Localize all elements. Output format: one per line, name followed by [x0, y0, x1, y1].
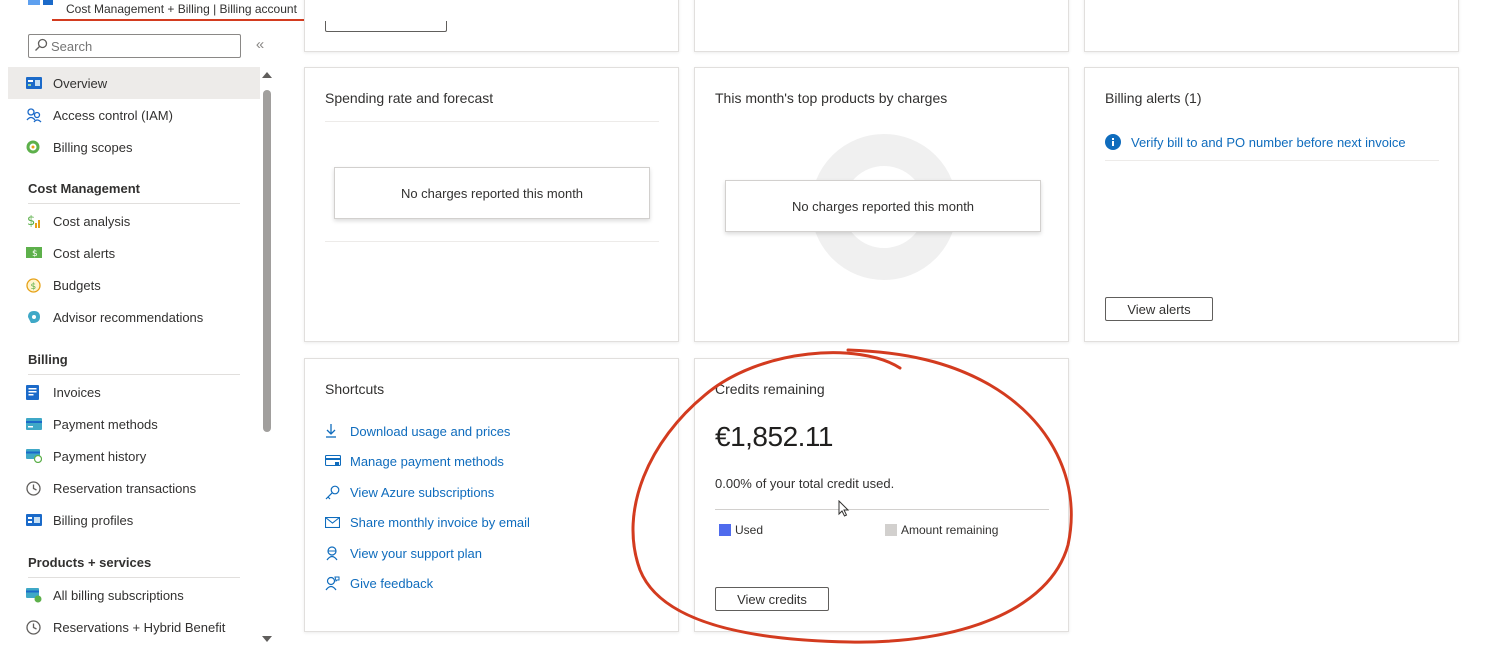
clock-icon	[26, 480, 46, 496]
support-icon	[325, 545, 343, 561]
sidebar-item-overview[interactable]: Overview	[8, 67, 260, 99]
sidebar-item-budgets[interactable]: $ Budgets	[8, 269, 260, 301]
sidebar-section-cost-management: Cost Management	[28, 181, 140, 196]
sidebar-divider	[28, 374, 240, 375]
shortcut-view-azure-subscriptions[interactable]: View Azure subscriptions	[325, 483, 494, 501]
credits-remaining-card: Credits remaining €1,852.11 0.00% of you…	[694, 358, 1069, 632]
legend-remaining-swatch	[885, 524, 897, 536]
shortcut-download-usage[interactable]: Download usage and prices	[325, 422, 510, 440]
search-icon	[35, 38, 48, 51]
billing-profile-icon	[26, 512, 46, 528]
spending-rate-card: Spending rate and forecast No charges re…	[304, 67, 679, 342]
subscriptions-icon	[26, 587, 46, 603]
sidebar-item-invoices[interactable]: Invoices	[8, 376, 260, 408]
sidebar-item-advisor-recommendations[interactable]: Advisor recommendations	[8, 301, 260, 333]
collapse-sidebar-button[interactable]: «	[252, 36, 268, 54]
sidebar-item-billing-profiles[interactable]: Billing profiles	[8, 504, 260, 536]
search-input[interactable]	[51, 37, 236, 55]
sidebar-item-cost-alerts[interactable]: $ Cost alerts	[8, 237, 260, 269]
credit-usage-bar	[715, 509, 1049, 510]
download-icon	[325, 423, 343, 439]
svg-text:$: $	[31, 282, 37, 292]
clock-icon	[26, 619, 46, 635]
shortcut-share-invoice-email[interactable]: Share monthly invoice by email	[325, 513, 530, 531]
scope-icon	[26, 139, 46, 155]
mail-icon	[325, 514, 343, 530]
shortcut-give-feedback[interactable]: Give feedback	[325, 574, 433, 592]
svg-text:$: $	[27, 214, 35, 229]
empty-state-message: No charges reported this month	[725, 180, 1041, 232]
card-title: Spending rate and forecast	[325, 90, 494, 106]
feedback-icon	[325, 575, 343, 591]
card-title: Credits remaining	[715, 381, 825, 397]
card-title: Shortcuts	[325, 381, 385, 397]
sidebar-item-reservations-hybrid-benefit[interactable]: Reservations + Hybrid Benefit	[8, 611, 260, 643]
breadcrumb[interactable]: Cost Management + Billing | Billing acco…	[66, 2, 297, 16]
legend-amount-remaining: Amount remaining	[885, 523, 998, 537]
legend-used: Used	[719, 523, 763, 537]
legend-used-swatch	[719, 524, 731, 536]
scroll-down-arrow-icon[interactable]	[262, 636, 272, 642]
sidebar-section-billing: Billing	[28, 352, 68, 367]
shortcuts-card: Shortcuts Download usage and prices Mana…	[304, 358, 679, 632]
sidebar-item-all-billing-subscriptions[interactable]: All billing subscriptions	[8, 579, 260, 611]
scroll-up-arrow-icon[interactable]	[262, 72, 272, 78]
sidebar-divider	[28, 577, 240, 578]
empty-state-message: No charges reported this month	[334, 167, 650, 219]
card-partial-3	[1084, 0, 1459, 52]
chart-gridline	[325, 121, 659, 122]
credits-used-percentage: 0.00% of your total credit used.	[715, 476, 895, 491]
divider	[1105, 160, 1439, 161]
credits-amount: €1,852.11	[715, 421, 834, 452]
billing-alerts-card: Billing alerts (1) Verify bill to and PO…	[1084, 67, 1459, 342]
invoice-icon	[26, 384, 46, 400]
card-title: Billing alerts (1)	[1105, 90, 1202, 106]
sidebar: « Overview Access control (IAM) Billing …	[0, 26, 276, 647]
budget-icon: $	[26, 277, 46, 293]
card-partial-2	[694, 0, 1069, 52]
people-icon	[26, 107, 46, 123]
view-alerts-button[interactable]: View alerts	[1105, 297, 1213, 321]
advisor-icon	[26, 309, 46, 325]
top-products-card: This month's top products by charges No …	[694, 67, 1069, 342]
shortcut-manage-payment-methods[interactable]: Manage payment methods	[325, 452, 504, 470]
sidebar-search[interactable]	[28, 34, 241, 58]
sidebar-scrollbar-thumb[interactable]	[263, 90, 271, 432]
card-title: This month's top products by charges	[715, 90, 948, 106]
billing-alert-item[interactable]: Verify bill to and PO number before next…	[1105, 134, 1406, 150]
info-icon	[1105, 134, 1121, 150]
payment-card-icon	[26, 416, 46, 432]
sidebar-item-payment-history[interactable]: Payment history	[8, 440, 260, 472]
sidebar-divider	[28, 203, 240, 204]
billing-alert-link[interactable]: Verify bill to and PO number before next…	[1131, 135, 1406, 150]
annotation-underline	[52, 19, 308, 21]
card-partial-1	[304, 0, 679, 52]
shortcut-view-support-plan[interactable]: View your support plan	[325, 544, 482, 562]
sidebar-item-billing-scopes[interactable]: Billing scopes	[8, 131, 260, 163]
sidebar-item-reservation-transactions[interactable]: Reservation transactions	[8, 472, 260, 504]
payment-card-icon	[325, 453, 343, 469]
chart-gridline	[325, 241, 659, 242]
payment-history-icon	[26, 448, 46, 464]
cost-analysis-icon: $	[26, 213, 46, 229]
view-credits-button[interactable]: View credits	[715, 587, 829, 611]
cost-management-logo-icon	[28, 0, 54, 6]
cost-alert-icon: $	[26, 245, 46, 261]
sidebar-section-products-services: Products + services	[28, 555, 152, 570]
sidebar-item-cost-analysis[interactable]: $ Cost analysis	[8, 205, 260, 237]
mouse-cursor-icon	[838, 500, 850, 517]
sidebar-item-payment-methods[interactable]: Payment methods	[8, 408, 260, 440]
overview-icon	[26, 75, 46, 91]
svg-text:$: $	[32, 249, 38, 259]
key-icon	[325, 484, 343, 500]
partial-button[interactable]	[325, 21, 447, 32]
sidebar-item-access-control[interactable]: Access control (IAM)	[8, 99, 260, 131]
